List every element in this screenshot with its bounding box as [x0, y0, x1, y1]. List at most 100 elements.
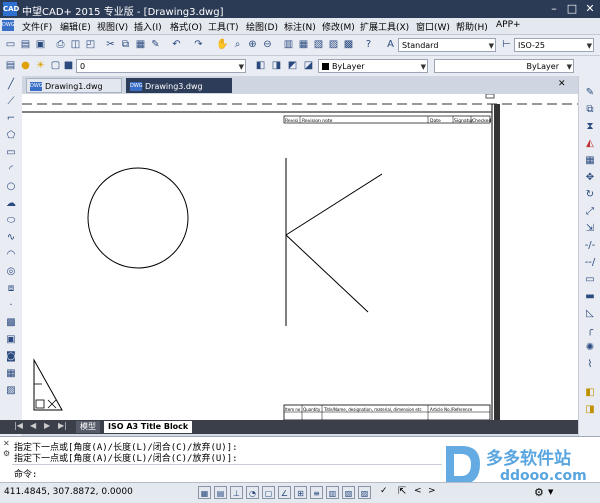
table-icon[interactable]: ▦ [4, 367, 18, 381]
menu-format[interactable]: 格式(O) [170, 20, 202, 33]
new-icon[interactable]: ▭ [4, 38, 17, 51]
sun-icon[interactable]: ☀ [34, 59, 47, 72]
layer-states-icon[interactable]: ◩ [286, 59, 299, 72]
command-input-area[interactable]: 命令: [12, 464, 442, 480]
menu-file[interactable]: 文件(F) [22, 20, 52, 33]
properties-icon[interactable]: ▥ [282, 38, 295, 51]
polyline-icon[interactable]: ⌐ [4, 112, 18, 126]
paper-space-icon[interactable]: ✓ [380, 486, 388, 496]
qp-toggle-icon[interactable]: ▧ [342, 486, 355, 499]
polar-toggle-icon[interactable]: ◔ [246, 486, 259, 499]
text-style-select[interactable]: Standard ▼ [398, 38, 496, 52]
tab-nav-prev-icon[interactable]: ◀ [30, 421, 36, 430]
properties-tool-icon[interactable]: ◨ [583, 403, 597, 417]
array-icon[interactable]: ▦ [583, 154, 597, 168]
lock-icon[interactable]: ▢ [49, 59, 62, 72]
maximize-button[interactable]: □ [564, 2, 580, 16]
break-icon[interactable]: ▭ [583, 273, 597, 287]
tab-drawing1[interactable]: DWG Drawing1.dwg [26, 78, 122, 93]
bulb-icon[interactable]: ● [19, 59, 32, 72]
scroll-right-icon[interactable]: > [428, 486, 436, 496]
extend-icon[interactable]: --/ [583, 256, 597, 270]
scroll-left-icon[interactable]: < [414, 486, 422, 496]
menu-dimension[interactable]: 标注(N) [284, 20, 316, 33]
design-center-icon[interactable]: ▦ [297, 38, 310, 51]
menu-edit[interactable]: 编辑(E) [60, 20, 91, 33]
calculator-icon[interactable]: ▩ [342, 38, 355, 51]
ellipse-arc-icon[interactable]: ◠ [4, 248, 18, 262]
fillet-icon[interactable]: ╭ [583, 324, 597, 338]
zoom-previous-icon[interactable]: ⊖ [261, 38, 274, 51]
tab-nav-next-icon[interactable]: ▶ [44, 421, 50, 430]
cut-icon[interactable]: ✂ [104, 38, 117, 51]
edit-polyline-icon[interactable]: ⌇ [583, 358, 597, 372]
rectangle-icon[interactable]: ▭ [4, 146, 18, 160]
sheet-set-icon[interactable]: ▨ [327, 38, 340, 51]
tab-drawing3[interactable]: DWG Drawing3.dwg [126, 78, 232, 93]
spline-icon[interactable]: ∿ [4, 231, 18, 245]
document-icon[interactable]: DWG [2, 20, 15, 31]
menu-draw[interactable]: 绘图(D) [246, 20, 278, 33]
menu-window[interactable]: 窗口(W) [416, 20, 450, 33]
preview-icon[interactable]: ◫ [69, 38, 82, 51]
revcloud-icon[interactable]: ☁ [4, 197, 18, 211]
publish-icon[interactable]: ◰ [84, 38, 97, 51]
region-icon[interactable]: ◙ [4, 350, 18, 364]
command-settings-icon[interactable]: ⚙ [3, 449, 10, 458]
command-close-icon[interactable]: ✕ [3, 439, 10, 448]
layer-isolate-icon[interactable]: ◪ [302, 59, 315, 72]
ellipse-icon[interactable]: ⬭ [4, 214, 18, 228]
menu-help[interactable]: 帮助(H) [456, 20, 488, 33]
dim-style-select[interactable]: ISO-25 ▼ [514, 38, 594, 52]
layer-manager-icon[interactable]: ▤ [4, 59, 17, 72]
tab-nav-last-icon[interactable]: ▶| [58, 421, 67, 430]
linetype-select[interactable]: ByLayer ▼ [434, 59, 574, 73]
insert-block-icon[interactable]: ◎ [4, 265, 18, 279]
pan-icon[interactable]: ✋ [216, 38, 229, 51]
polygon-icon[interactable]: ⬠ [4, 129, 18, 143]
join-icon[interactable]: ▬ [583, 290, 597, 304]
lineweight-toggle-icon[interactable]: ≡ [310, 486, 323, 499]
circle-icon[interactable]: ○ [4, 180, 18, 194]
help-icon[interactable]: ? [362, 38, 375, 51]
undo-icon[interactable]: ↶ [170, 38, 183, 51]
scale-icon[interactable]: ⤢ [583, 205, 597, 219]
menu-view[interactable]: 视图(V) [97, 20, 128, 33]
menu-extension-tools[interactable]: 扩展工具(X) [360, 20, 409, 33]
mirror-icon[interactable]: ⧗ [583, 120, 597, 134]
menu-insert[interactable]: 插入(I) [134, 20, 162, 33]
construction-line-icon[interactable]: ⟋ [4, 95, 18, 109]
color-select[interactable]: ByLayer ▼ [318, 59, 428, 73]
osnap-toggle-icon[interactable]: ▢ [262, 486, 275, 499]
tab-model[interactable]: 模型 [76, 421, 100, 433]
print-icon[interactable]: ⎙ [54, 38, 67, 51]
copy-object-icon[interactable]: ⧉ [583, 103, 597, 117]
save-icon[interactable]: ▣ [34, 38, 47, 51]
erase-icon[interactable]: ✎ [583, 86, 597, 100]
dyn-toggle-icon[interactable]: ⊞ [294, 486, 307, 499]
tpy-toggle-icon[interactable]: ▥ [326, 486, 339, 499]
redo-icon[interactable]: ↷ [192, 38, 205, 51]
snap-toggle-icon[interactable]: ▦ [198, 486, 211, 499]
line-icon[interactable]: ╱ [4, 78, 18, 92]
menu-modify[interactable]: 修改(M) [322, 20, 355, 33]
sc-toggle-icon[interactable]: ▨ [358, 486, 371, 499]
chamfer-icon[interactable]: ◺ [583, 307, 597, 321]
arc-icon[interactable]: ◜ [4, 163, 18, 177]
make-current-layer-icon[interactable]: ◧ [254, 59, 267, 72]
drawing-area[interactable]: Revisi Revision note Date Signatur Check… [22, 93, 578, 421]
otrack-toggle-icon[interactable]: ∠ [278, 486, 291, 499]
tab-layout-iso-a3[interactable]: ISO A3 Title Block [104, 421, 193, 433]
zoom-window-icon[interactable]: ⊕ [246, 38, 259, 51]
menu-app-plus[interactable]: APP+ [496, 20, 521, 30]
close-button[interactable]: ✕ [582, 2, 598, 16]
gradient-icon[interactable]: ▣ [4, 333, 18, 347]
layer-previous-icon[interactable]: ◨ [270, 59, 283, 72]
layer-select[interactable]: 0 ▼ [76, 59, 246, 73]
explode-icon[interactable]: ✺ [583, 341, 597, 355]
ortho-toggle-icon[interactable]: ⊥ [230, 486, 243, 499]
workspace-dropdown-icon[interactable]: ▼ [548, 488, 553, 496]
offset-icon[interactable]: ◭ [583, 137, 597, 151]
rotate-icon[interactable]: ↻ [583, 188, 597, 202]
minimize-button[interactable]: – [546, 2, 562, 16]
